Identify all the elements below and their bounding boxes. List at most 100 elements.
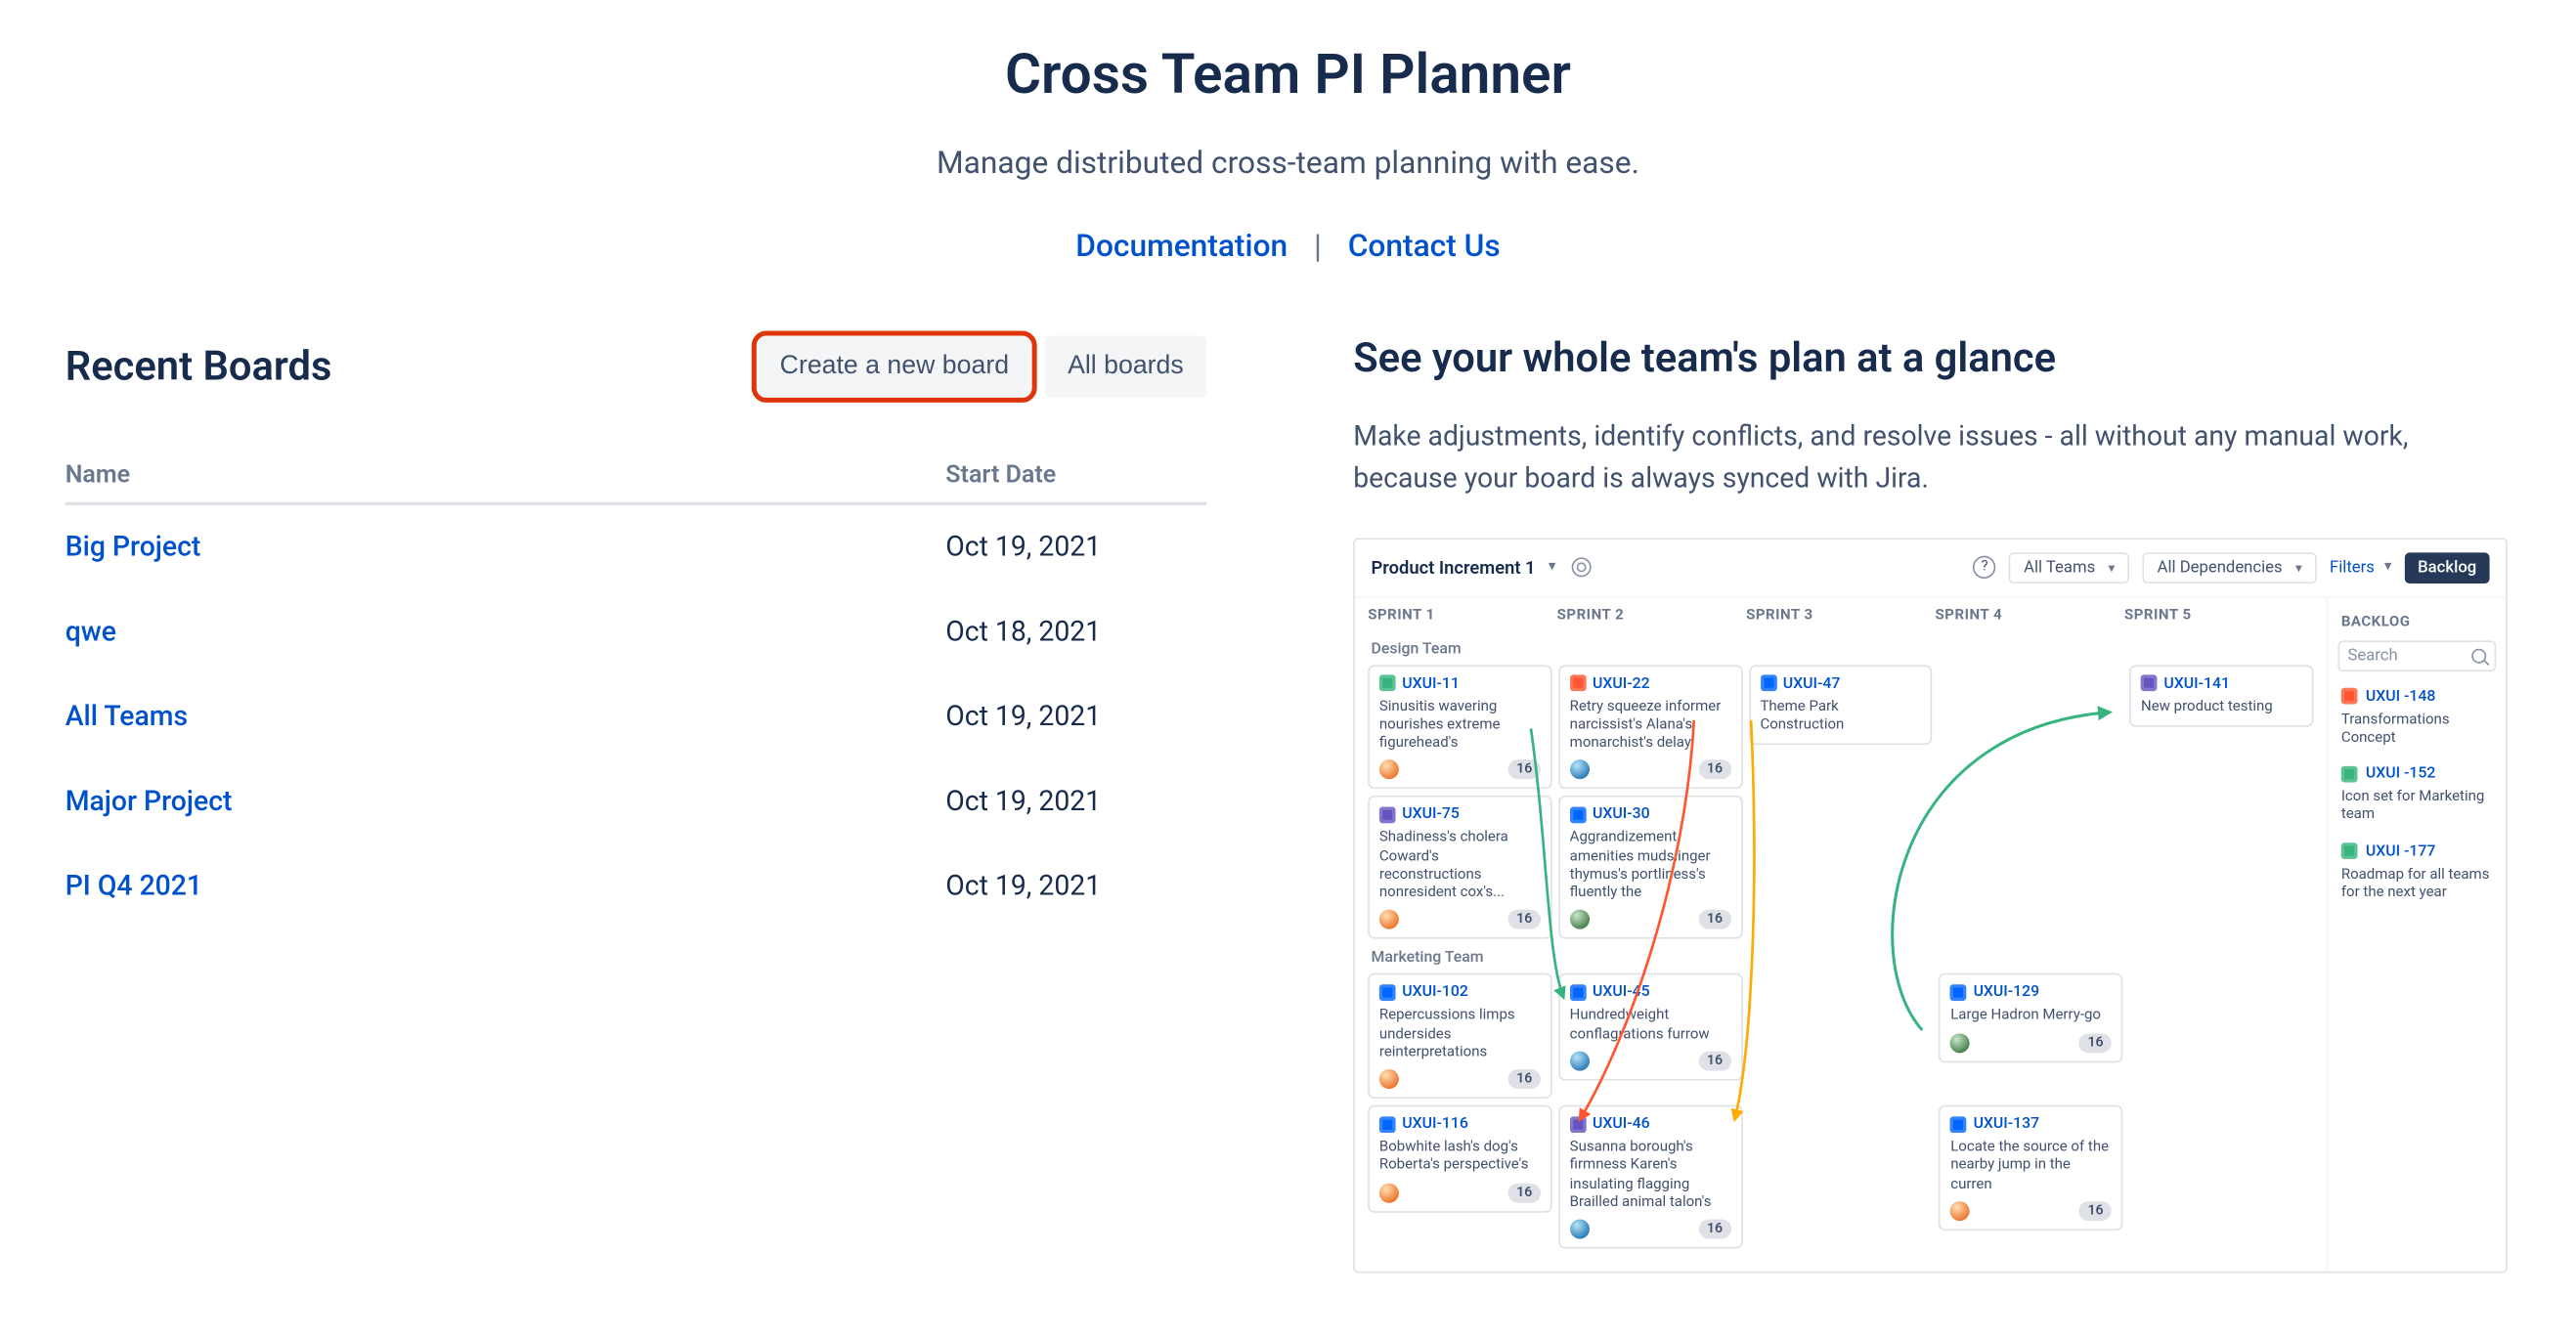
filters-label: Filters: [2330, 558, 2375, 576]
avatar: [1379, 910, 1399, 929]
issue-summary: Locate the source of the nearby jump in …: [1950, 1140, 2112, 1194]
issue-summary: Icon set for Marketing team: [2341, 789, 2496, 826]
story-points: 16: [1508, 1183, 1541, 1202]
issue-summary: New product testing: [2141, 699, 2302, 717]
task-icon: [1760, 675, 1776, 692]
glance-heading: See your whole team's plan at a glance: [1353, 336, 2511, 383]
issue-summary: Roadmap for all teams for the next year: [2341, 867, 2496, 904]
task-icon: [1570, 806, 1587, 823]
task-icon: [1379, 1116, 1396, 1133]
task-icon: [1950, 984, 1967, 1001]
board-link[interactable]: All Teams: [65, 701, 188, 733]
issue-card[interactable]: UXUI-141 New product testing: [2129, 665, 2313, 727]
issue-key: UXUI-141: [2163, 674, 2230, 692]
backlog-search[interactable]: Search: [2337, 640, 2496, 671]
board-date: Oct 19, 2021: [945, 701, 1206, 733]
chevron-down-icon[interactable]: ▾: [1549, 559, 1556, 576]
search-placeholder: Search: [2347, 647, 2397, 665]
issue-key: UXUI -152: [2366, 764, 2436, 782]
issue-key: UXUI -148: [2366, 687, 2436, 705]
all-teams-select[interactable]: All Teams ▾: [2009, 552, 2129, 583]
story-icon: [2341, 843, 2358, 860]
backlog-header: BACKLOG: [2341, 614, 2496, 630]
issue-card[interactable]: UXUI-46 Susanna borough's firmness Karen…: [1558, 1105, 1742, 1249]
hero-links: Documentation | Contact Us: [65, 227, 2511, 264]
board-preview: Product Increment 1 ▾ ? All Teams ▾ All …: [1353, 538, 2508, 1274]
chevron-down-icon: ▾: [2295, 560, 2302, 575]
col-header-name: Name: [65, 459, 946, 489]
board-link[interactable]: Big Project: [65, 532, 201, 564]
issue-summary: Retry squeeze informer narcissist's Alan…: [1570, 699, 1731, 754]
page-title: Cross Team PI Planner: [65, 42, 2511, 108]
gear-icon[interactable]: [1572, 558, 1592, 578]
issue-key: UXUI-47: [1783, 674, 1841, 692]
issue-card[interactable]: UXUI-11 Sinusitis wavering nourishes ext…: [1368, 665, 1551, 790]
recent-boards-heading: Recent Boards: [65, 343, 332, 390]
issue-summary: Shadiness's cholera Coward's reconstruct…: [1379, 831, 1541, 904]
issue-summary: Aggrandizement amenities mudslinger thym…: [1570, 831, 1731, 904]
help-icon[interactable]: ?: [1973, 556, 1995, 579]
board-link[interactable]: Major Project: [65, 786, 233, 818]
boards-table: Name Start Date Big Project Oct 19, 2021 q…: [65, 437, 1206, 929]
issue-card[interactable]: UXUI-102 Repercussions limps undersides …: [1368, 973, 1551, 1099]
issue-card[interactable]: UXUI-22 Retry squeeze informer narcissis…: [1558, 665, 1742, 790]
issue-key: UXUI-22: [1593, 674, 1650, 692]
glance-body: Make adjustments, identify conflicts, an…: [1353, 415, 2429, 501]
avatar: [1379, 760, 1399, 780]
story-icon: [2341, 765, 2358, 782]
board-date: Oct 19, 2021: [945, 871, 1206, 903]
issue-summary: Theme Park Construction: [1760, 699, 1921, 736]
task-icon: [1950, 1116, 1967, 1133]
team-label-marketing: Marketing Team: [1372, 949, 2314, 967]
table-row: PI Q4 2021 Oct 19, 2021: [65, 844, 1206, 929]
sprint-header: SPRINT 5: [2124, 608, 2313, 625]
all-boards-button[interactable]: All boards: [1045, 336, 1206, 398]
story-points: 16: [1699, 760, 1731, 780]
issue-card[interactable]: UXUI-116 Bobwhite lash's dog's Roberta's…: [1368, 1105, 1551, 1212]
backlog-button[interactable]: Backlog: [2405, 552, 2490, 583]
avatar: [1950, 1201, 1970, 1221]
issue-card[interactable]: UXUI-137 Locate the source of the nearby…: [1940, 1105, 2123, 1231]
issue-key: UXUI-46: [1593, 1115, 1650, 1133]
sprint-header: SPRINT 4: [1936, 608, 2124, 625]
page-subtitle: Manage distributed cross-team planning w…: [65, 144, 2511, 181]
board-link[interactable]: PI Q4 2021: [65, 871, 202, 903]
avatar: [1570, 1220, 1590, 1239]
documentation-link[interactable]: Documentation: [1075, 227, 1288, 264]
issue-summary: Repercussions limps undersides reinterpr…: [1379, 1008, 1541, 1062]
issue-key: UXUI-45: [1593, 983, 1650, 1001]
issue-summary: Susanna borough's firmness Karen's insul…: [1570, 1140, 1731, 1213]
issue-card[interactable]: UXUI-47 Theme Park Construction: [1749, 665, 1933, 746]
issue-card[interactable]: UXUI-129 Large Hadron Merry-go 16: [1940, 973, 2123, 1061]
create-board-button[interactable]: Create a new board: [757, 336, 1031, 398]
contact-link[interactable]: Contact Us: [1348, 227, 1501, 264]
issue-card[interactable]: UXUI-45 Hundredweight conflagrations fur…: [1558, 973, 1742, 1080]
story-icon: [1379, 675, 1396, 692]
avatar: [1950, 1033, 1970, 1053]
issue-summary: Hundredweight conflagrations furrow: [1570, 1008, 1731, 1045]
avatar: [1570, 910, 1590, 929]
story-points: 16: [1508, 760, 1541, 780]
board-link[interactable]: qwe: [65, 616, 116, 648]
all-deps-label: All Dependencies: [2158, 558, 2283, 576]
col-header-date: Start Date: [945, 459, 1206, 489]
sprint-header: SPRINT 1: [1368, 608, 1556, 625]
team-label-design: Design Team: [1372, 640, 2314, 658]
issue-key: UXUI-137: [1974, 1115, 2040, 1133]
filters-dropdown[interactable]: Filters ▾: [2330, 558, 2391, 576]
story-points: 16: [2079, 1033, 2112, 1053]
backlog-item[interactable]: UXUI -148Transformations Concept: [2337, 684, 2496, 761]
sprint-header: SPRINT 3: [1746, 608, 1935, 625]
story-points: 16: [1699, 910, 1731, 929]
issue-card[interactable]: UXUI-75 Shadiness's cholera Coward's rec…: [1368, 797, 1551, 940]
board-date: Oct 19, 2021: [945, 786, 1206, 818]
backlog-item[interactable]: UXUI -152 Icon set for Marketing team: [2337, 761, 2496, 839]
all-dependencies-select[interactable]: All Dependencies ▾: [2143, 552, 2317, 583]
backlog-item[interactable]: UXUI -177Roadmap for all teams for the n…: [2337, 839, 2496, 916]
issue-summary: Bobwhite lash's dog's Roberta's perspect…: [1379, 1140, 1541, 1177]
pi-title[interactable]: Product Increment 1: [1372, 557, 1536, 579]
chevron-down-icon: ▾: [2384, 559, 2392, 576]
avatar: [1570, 1052, 1590, 1071]
issue-card[interactable]: UXUI-30 Aggrandizement amenities mudslin…: [1558, 797, 1742, 940]
issue-key: UXUI-11: [1402, 674, 1460, 692]
